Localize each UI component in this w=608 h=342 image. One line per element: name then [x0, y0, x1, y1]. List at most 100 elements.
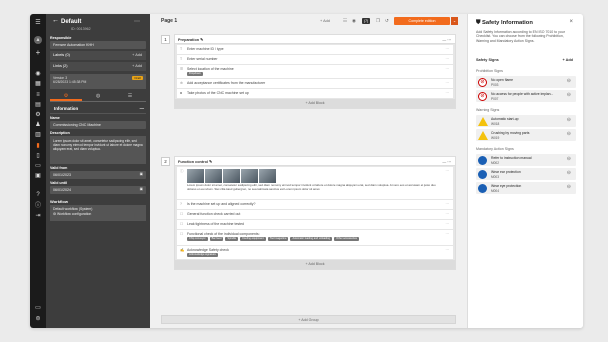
list-item[interactable]: ☐ General function check carried out ⋯ [177, 210, 453, 219]
list-item[interactable]: ✍ Acknowledge Safety check Acknowledge sig… [177, 246, 453, 259]
eye-icon[interactable]: ◉ [352, 18, 356, 24]
version-card[interactable]: Version 3 6/28/2023 1:45:38 PM Draft [50, 74, 146, 89]
list-item[interactable]: ? Is the machine set up and aligned corre… [177, 200, 453, 209]
list-item[interactable]: ☐ Leak tightness of the machine tested ⋯ [177, 220, 453, 229]
add-button[interactable]: + Add [320, 19, 330, 23]
checklist-icon[interactable]: ▮ [34, 142, 42, 150]
archive-icon[interactable]: ▭ [34, 304, 42, 312]
block-actions[interactable]: — ⋯ [442, 37, 451, 42]
more-options-icon[interactable]: ⋯ [446, 67, 450, 71]
responsible-select[interactable]: Fernsee Automation KHH [50, 41, 146, 49]
photo[interactable] [259, 169, 276, 183]
tab-globe[interactable]: ◍ [82, 92, 114, 101]
list-item[interactable]: ☐ Functional check of the individual comp… [177, 230, 453, 245]
more-options-icon[interactable]: ⋯ [446, 169, 450, 173]
sliders-icon[interactable]: ☷ [343, 18, 347, 24]
list-item[interactable]: Wear ear protection M003 ⊖ [476, 168, 576, 180]
more-options-icon[interactable]: ⋯ [446, 232, 450, 236]
list-item[interactable]: Wear eye protection M004 ⊖ [476, 182, 576, 194]
list-item[interactable]: ⓘ Lorem ipsum dolor sit amet, consetetur… [177, 167, 453, 199]
avatar[interactable]: A [34, 36, 42, 44]
back-arrow-icon[interactable]: ← [52, 17, 59, 24]
more-options-icon[interactable]: ⋯ [446, 57, 450, 61]
list-item[interactable]: ⊕ Add acceptance certificates from the ma… [177, 79, 453, 88]
collapse-icon[interactable]: — [140, 106, 144, 111]
more-options-icon[interactable]: ⋯ [446, 222, 450, 226]
list-icon[interactable]: ≡ [34, 91, 42, 99]
menu-icon[interactable]: ☰ [34, 19, 42, 27]
labels-row[interactable]: Labels (0) + Add [50, 51, 146, 60]
more-options-icon[interactable]: ⋯ [446, 212, 450, 216]
info-icon[interactable]: ⓘ [34, 202, 42, 210]
valid-until-input[interactable]: 06/01/2024 ▣ [50, 186, 146, 194]
chart-icon[interactable]: ▥ [34, 131, 42, 139]
remove-icon[interactable]: ⊖ [567, 156, 571, 162]
folder-icon[interactable]: ▭ [34, 162, 42, 170]
edit-icon[interactable]: ✎ [200, 38, 203, 42]
remove-icon[interactable]: ⊖ [567, 131, 571, 137]
block-actions[interactable]: — ⋯ [442, 159, 451, 164]
remove-icon[interactable]: ⊖ [567, 170, 571, 176]
tab-list[interactable]: ☰ [114, 92, 146, 101]
calendar-icon[interactable]: ▣ [140, 187, 143, 191]
list-item[interactable]: ☰ Select location of the machine Dropdown ⋯ [177, 65, 453, 78]
more-options-icon[interactable]: ⋯ [446, 47, 450, 51]
logout-icon[interactable]: ⇥ [34, 212, 42, 220]
users-icon[interactable]: ♟ [34, 121, 42, 129]
calendar-icon[interactable]: ▣ [34, 172, 42, 180]
more-options-icon[interactable]: ⋯ [446, 202, 450, 206]
grid-icon[interactable]: ▦ [34, 80, 42, 88]
photo[interactable] [223, 169, 240, 183]
list-item[interactable]: Automatic start-up W018 ⊖ [476, 115, 576, 127]
block-header[interactable]: Function control ✎ — ⋯ [175, 157, 455, 166]
add-block-button[interactable]: + Add Block [175, 99, 455, 108]
copy-icon[interactable]: ❐ [376, 18, 380, 24]
document-icon[interactable]: ▯ [34, 152, 42, 160]
remove-icon[interactable]: ⊖ [567, 184, 571, 190]
edit-icon[interactable]: ✎ [209, 160, 212, 164]
list-item[interactable]: ⊘ No open flame P003 ⊖ [476, 76, 576, 88]
list-item[interactable]: T Enter serial number ⋯ [177, 55, 453, 64]
chevron-down-icon[interactable]: ⌄ [451, 17, 458, 25]
list-item[interactable]: ◙ Take photos of the CNC machine set up ⋯ [177, 89, 453, 98]
name-input[interactable]: Commissioning CNC Machine [50, 121, 146, 129]
close-icon[interactable]: × [569, 19, 573, 25]
list-item[interactable]: T Enter machine ID / type ⋯ [177, 45, 453, 54]
add-block-button[interactable]: + Add Block [175, 260, 455, 269]
remove-icon[interactable]: ⊖ [567, 92, 571, 98]
links-row[interactable]: Links (2) + Add [50, 62, 146, 71]
remove-icon[interactable]: ⊖ [567, 117, 571, 123]
links-add-button[interactable]: + Add [132, 64, 142, 68]
description-textarea[interactable]: Lorem ipsum dolor sit amet, consetetur s… [50, 136, 146, 164]
add-group-button[interactable]: + Add Group [161, 315, 456, 324]
photo[interactable] [205, 169, 222, 183]
version-count-badge[interactable]: (7) [362, 18, 371, 24]
add-sign-button[interactable]: + Add [562, 58, 573, 62]
history-icon[interactable]: ↺ [385, 18, 389, 24]
clipboard-icon[interactable]: ▤ [34, 101, 42, 109]
complete-edition-button[interactable]: Complete edition [394, 17, 450, 25]
more-options-icon[interactable]: ⋯ [446, 81, 450, 85]
labels-add-button[interactable]: + Add [132, 53, 142, 57]
information-section[interactable]: Information — [50, 102, 146, 114]
calendar-icon[interactable]: ▣ [140, 172, 143, 176]
more-options-icon[interactable]: ⋯ [446, 248, 450, 252]
more-options-icon[interactable]: ⋯ [134, 18, 140, 25]
block-header[interactable]: Preparation ✎ — ⋯ [175, 35, 455, 44]
help-icon[interactable]: ? [34, 191, 42, 199]
photo[interactable] [241, 169, 258, 183]
list-item[interactable]: Crushing by moving parts W019 ⊖ [476, 129, 576, 141]
more-options-icon[interactable]: ⋯ [446, 91, 450, 95]
valid-from-input[interactable]: 06/01/2023 ▣ [50, 171, 146, 179]
gear-icon[interactable]: ⚙ [34, 111, 42, 119]
dashboard-icon[interactable]: ◉ [34, 70, 42, 78]
plus-icon[interactable]: + [34, 49, 42, 57]
remove-icon[interactable]: ⊖ [567, 78, 571, 84]
photo[interactable] [187, 169, 204, 183]
database-icon[interactable]: ⊜ [34, 315, 42, 323]
workflow-card[interactable]: Default workflow (System) ⚙ Workflow con… [50, 205, 146, 221]
list-item[interactable]: Refer to instruction manual M002 ⊖ [476, 154, 576, 166]
tab-settings[interactable]: ⚙ [50, 92, 82, 101]
list-item[interactable]: ⊘ No access for people with active implan… [476, 90, 576, 102]
workflow-config-link[interactable]: ⚙ Workflow configuration [53, 212, 143, 217]
